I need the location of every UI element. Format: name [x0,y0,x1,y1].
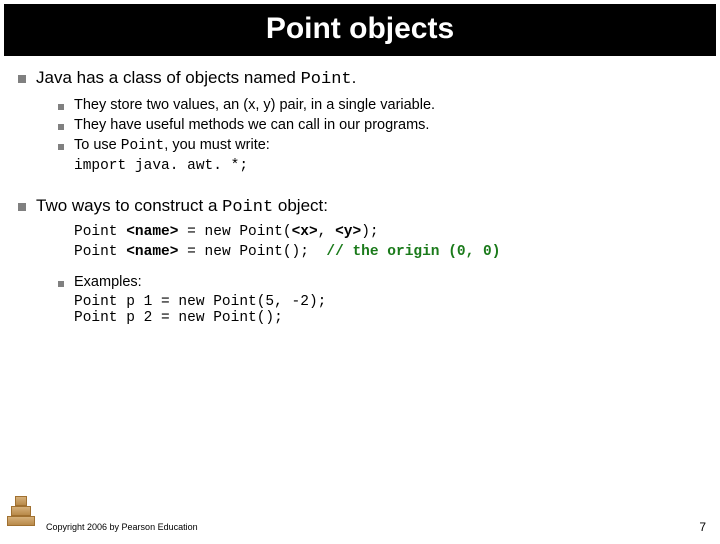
bullet-group-2: Two ways to construct a Point object: Po… [18,196,702,326]
square-bullet-icon [58,144,64,150]
sub-bullet-examples: Examples: [58,274,702,290]
sub-bullets-2: Examples: Point p 1 = new Point(5, -2); … [58,274,702,326]
example-1: Point p 1 = new Point(5, -2); [74,294,702,310]
sub-bullet-1c: To use Point, you must write: [58,137,702,154]
import-line: import java. awt. *; [74,158,702,174]
page-number: 7 [699,520,706,534]
bullet-1-text: Java has a class of objects named Point. [36,68,356,89]
examples-label: Examples: [74,274,142,290]
sub-bullet-1c-text: To use Point, you must write: [74,137,270,154]
sub-bullet-1a: They store two values, an (x, y) pair, i… [58,97,702,113]
constructor-syntax: Point <name> = new Point(<x>, <y>); Poin… [74,223,702,262]
square-bullet-icon [58,124,64,130]
slide-body: Java has a class of objects named Point.… [0,56,720,326]
sub-bullet-1b: They have useful methods we can call in … [58,117,702,133]
bullet-group-1: Java has a class of objects named Point.… [18,68,702,174]
sub-bullet-1a-text: They store two values, an (x, y) pair, i… [74,97,435,113]
copyright-text: Copyright 2006 by Pearson Education [46,522,198,532]
sub-bullet-1b-text: They have useful methods we can call in … [74,117,429,133]
sub-bullets-1: They store two values, an (x, y) pair, i… [58,97,702,174]
square-bullet-icon [58,104,64,110]
bullet-2: Two ways to construct a Point object: [18,196,702,217]
example-2: Point p 2 = new Point(); [74,310,702,326]
pedestal-icon [6,496,36,526]
bullet-1: Java has a class of objects named Point. [18,68,702,89]
slide-title: Point objects [4,4,716,56]
bullet-2-text: Two ways to construct a Point object: [36,196,328,217]
square-bullet-icon [18,75,26,83]
square-bullet-icon [18,203,26,211]
square-bullet-icon [58,281,64,287]
